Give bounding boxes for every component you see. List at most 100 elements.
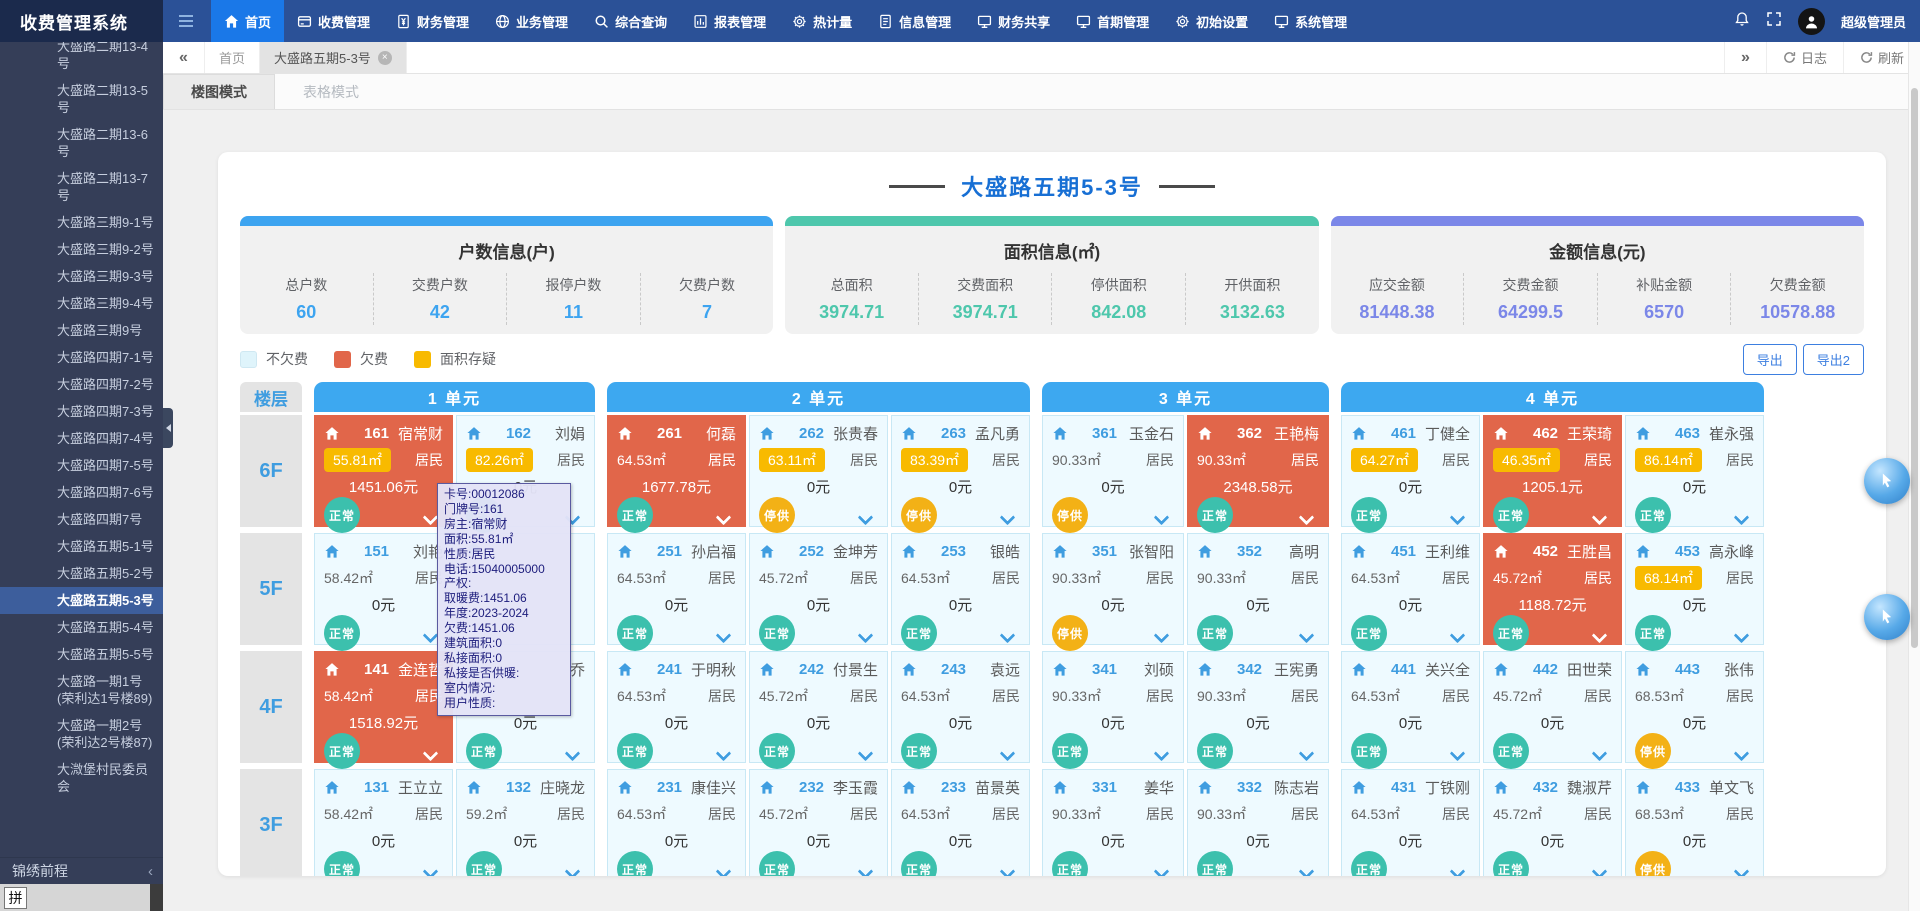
sidebar-item[interactable]: 大盛路三期9号 [0, 317, 163, 344]
tab-floor-view[interactable]: 楼图模式 [163, 74, 275, 109]
sidebar-item[interactable]: 大盛路二期13-5号 [0, 77, 163, 121]
sidebar-item[interactable]: 大盛路四期7-6号 [0, 479, 163, 506]
unit-cell[interactable]: 443张伟68.53㎡居民0元停供 [1625, 651, 1764, 763]
unit-cell[interactable]: 362王艳梅90.33㎡居民2348.58元正常 [1187, 415, 1329, 527]
unit-cell[interactable]: 361玉金石90.33㎡居民0元停供 [1042, 415, 1184, 527]
unit-cell[interactable]: 452王胜昌45.72㎡居民1188.72元正常 [1483, 533, 1622, 645]
sidebar-item[interactable]: 大盛路五期5-1号 [0, 533, 163, 560]
unit-cell[interactable]: 352高明90.33㎡居民0元正常 [1187, 533, 1329, 645]
chevron-down-icon[interactable] [716, 628, 732, 644]
chevron-down-icon[interactable] [423, 864, 439, 876]
unit-cell[interactable]: 441关兴全64.53㎡居民0元正常 [1341, 651, 1480, 763]
chevron-down-icon[interactable] [1592, 510, 1608, 526]
unit-cell[interactable]: 442田世荣45.72㎡居民0元正常 [1483, 651, 1622, 763]
chevron-down-icon[interactable] [858, 628, 874, 644]
unit-cell[interactable]: 252金坤芳45.72㎡居民0元正常 [749, 533, 888, 645]
sidebar-item[interactable]: 大盛路三期9-3号 [0, 263, 163, 290]
chevron-down-icon[interactable] [1450, 628, 1466, 644]
sidebar-collapse-handle[interactable] [163, 408, 173, 448]
unit-cell[interactable]: 341刘硕90.33㎡居民0元正常 [1042, 651, 1184, 763]
chevron-down-icon[interactable] [423, 510, 439, 526]
sidebar-item[interactable]: 大盛路一期2号 (荣利达2号楼87) [0, 712, 163, 756]
sidebar-item[interactable]: 大盛路二期13-6号 [0, 121, 163, 165]
avatar[interactable] [1798, 8, 1825, 35]
sidebar-item[interactable]: 大盛路三期9-2号 [0, 236, 163, 263]
chevron-down-icon[interactable] [1450, 746, 1466, 762]
chevron-down-icon[interactable] [1154, 628, 1170, 644]
unit-cell[interactable]: 453高永峰68.14㎡居民0元正常 [1625, 533, 1764, 645]
unit-cell[interactable]: 433单文飞68.53㎡居民0元停供 [1625, 769, 1764, 876]
sidebar-item[interactable]: 大盛路四期7-4号 [0, 425, 163, 452]
chevron-down-icon[interactable] [1000, 510, 1016, 526]
nav-item-热计量[interactable]: 热计量 [779, 0, 865, 42]
chevron-down-icon[interactable] [716, 864, 732, 876]
nav-item-首页[interactable]: 首页 [211, 0, 284, 42]
chevron-down-icon[interactable] [1450, 864, 1466, 876]
nav-item-综合查询[interactable]: 综合查询 [581, 0, 680, 42]
tabs-scroll-left-icon[interactable]: « [163, 42, 205, 73]
chevron-down-icon[interactable] [1154, 510, 1170, 526]
unit-cell[interactable]: 332陈志岩90.33㎡居民0元正常 [1187, 769, 1329, 876]
nav-item-初始设置[interactable]: 初始设置 [1162, 0, 1261, 42]
fullscreen-icon[interactable] [1766, 11, 1782, 32]
chevron-down-icon[interactable] [858, 510, 874, 526]
chevron-down-icon[interactable] [565, 864, 581, 876]
unit-cell[interactable]: 131王立立58.42㎡居民0元正常 [314, 769, 453, 876]
chevron-down-icon[interactable] [1000, 746, 1016, 762]
sidebar-item[interactable]: 大盛路四期7-1号 [0, 344, 163, 371]
chevron-down-icon[interactable] [1734, 746, 1750, 762]
chevron-down-icon[interactable] [1154, 864, 1170, 876]
username[interactable]: 超级管理员 [1841, 12, 1906, 31]
unit-cell[interactable]: 233苗景英64.53㎡居民0元正常 [891, 769, 1030, 876]
chevron-down-icon[interactable] [1734, 864, 1750, 876]
unit-cell[interactable]: 351张智阳90.33㎡居民0元停供 [1042, 533, 1184, 645]
chevron-down-icon[interactable] [1299, 510, 1315, 526]
floating-pointer-button[interactable] [1864, 458, 1910, 504]
unit-cell[interactable]: 232李玉霞45.72㎡居民0元正常 [749, 769, 888, 876]
floating-pointer-button[interactable] [1864, 594, 1910, 640]
sidebar-item[interactable]: 大盛路四期7-2号 [0, 371, 163, 398]
tab-current[interactable]: 大盛路五期5-3号 × [260, 42, 407, 73]
sidebar-item[interactable]: 大盛路五期5-2号 [0, 560, 163, 587]
sidebar-item[interactable]: 大盛路二期13-4号 [0, 42, 163, 77]
unit-cell[interactable]: 461丁健全64.27㎡居民0元正常 [1341, 415, 1480, 527]
chevron-down-icon[interactable] [1299, 864, 1315, 876]
unit-cell[interactable]: 151刘艳58.42㎡居民0元正常 [314, 533, 453, 645]
unit-cell[interactable]: 141金连哲58.42㎡居民1518.92元正常 [314, 651, 453, 763]
export-button[interactable]: 导出 [1743, 344, 1797, 375]
nav-item-财务共享[interactable]: 财务共享 [964, 0, 1063, 42]
unit-cell[interactable]: 261何磊64.53㎡居民1677.78元正常 [607, 415, 746, 527]
sidebar-item[interactable]: 大盛路三期9-1号 [0, 209, 163, 236]
sidebar-item[interactable]: 大盛路四期7号 [0, 506, 163, 533]
nav-item-收费管理[interactable]: 收费管理 [284, 0, 383, 42]
chevron-down-icon[interactable] [1592, 864, 1608, 876]
close-icon[interactable]: × [378, 51, 392, 65]
nav-item-首期管理[interactable]: 首期管理 [1063, 0, 1162, 42]
unit-cell[interactable]: 251孙启福64.53㎡居民0元正常 [607, 533, 746, 645]
chevron-down-icon[interactable] [716, 746, 732, 762]
chevron-down-icon[interactable] [1592, 746, 1608, 762]
tabs-scroll-right-icon[interactable]: » [1724, 42, 1766, 73]
sidebar-collapse-icon[interactable]: ‹ [148, 863, 163, 880]
scrollbar-thumb[interactable] [1911, 88, 1918, 648]
nav-item-报表管理[interactable]: 报表管理 [680, 0, 779, 42]
unit-cell[interactable]: 253银皓64.53㎡居民0元正常 [891, 533, 1030, 645]
unit-cell[interactable]: 231康佳兴64.53㎡居民0元正常 [607, 769, 746, 876]
unit-cell[interactable]: 243袁远64.53㎡居民0元正常 [891, 651, 1030, 763]
unit-cell[interactable]: 463崔永强86.14㎡居民0元正常 [1625, 415, 1764, 527]
chevron-down-icon[interactable] [1734, 510, 1750, 526]
nav-item-业务管理[interactable]: 业务管理 [482, 0, 581, 42]
sidebar-footer-label[interactable]: 锦绣前程 [12, 861, 68, 881]
nav-item-财务管理[interactable]: 财务管理 [383, 0, 482, 42]
sidebar-item[interactable]: 大溦堡村民委员会 [0, 756, 163, 800]
nav-item-系统管理[interactable]: 系统管理 [1261, 0, 1360, 42]
sidebar-item[interactable]: 大盛路三期9-4号 [0, 290, 163, 317]
chevron-down-icon[interactable] [1299, 628, 1315, 644]
sidebar-item[interactable]: 大盛路五期5-4号 [0, 614, 163, 641]
bell-icon[interactable] [1734, 11, 1750, 32]
sidebar-item[interactable]: 大盛路五期5-5号 [0, 641, 163, 668]
export-button-2[interactable]: 导出2 [1803, 344, 1864, 375]
sidebar-item[interactable]: 大盛路五期5-3号 [0, 587, 163, 614]
chevron-down-icon[interactable] [1299, 746, 1315, 762]
chevron-down-icon[interactable] [1450, 510, 1466, 526]
